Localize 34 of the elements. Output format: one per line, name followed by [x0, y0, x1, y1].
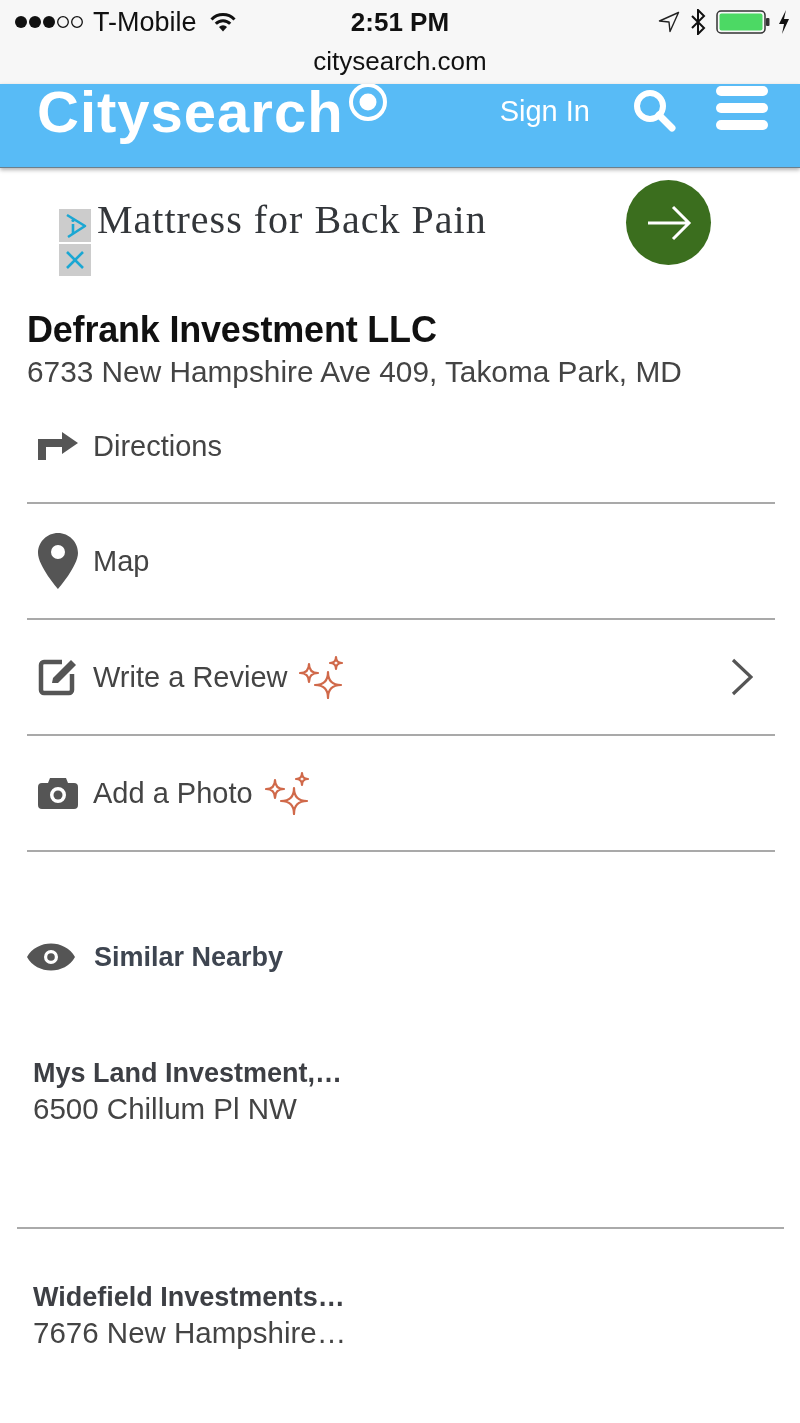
section-title: Similar Nearby — [94, 941, 284, 973]
nearby-business-address: 7676 New Hampshire… — [33, 1315, 348, 1351]
location-arrow-icon — [658, 11, 680, 33]
charging-bolt-icon — [778, 10, 790, 34]
eye-icon — [27, 943, 75, 971]
menu-button[interactable] — [716, 86, 768, 130]
battery-icon — [716, 10, 770, 34]
search-icon — [632, 88, 676, 132]
url-text[interactable]: citysearch.com — [313, 45, 487, 77]
bluetooth-icon — [690, 9, 706, 35]
chevron-right-icon[interactable] — [731, 658, 753, 696]
camera-icon — [38, 777, 78, 809]
nearby-business-address: 6500 Chillum Pl NW — [33, 1091, 298, 1127]
search-button[interactable] — [632, 88, 676, 132]
arrow-right-icon — [645, 204, 692, 241]
signal-dots-icon — [14, 15, 84, 29]
action-link[interactable]: Write a Review — [93, 660, 288, 694]
business-name: Defrank Investment LLC — [27, 310, 438, 350]
wifi-icon — [209, 12, 236, 32]
nearby-business-name[interactable]: Widefield Investments… — [33, 1279, 800, 1315]
edit-icon — [38, 658, 78, 696]
ad-headline[interactable]: Mattress for Back Pain — [97, 198, 487, 242]
carrier-name: T-Mobile — [93, 6, 197, 38]
action-link[interactable]: Directions — [93, 429, 222, 463]
close-icon[interactable] — [59, 244, 91, 276]
business-address: 6733 New Hampshire Ave 409, Takoma Park, MD — [27, 354, 683, 390]
map-pin-icon — [38, 533, 78, 589]
clock-time: 2:51 PM — [350, 6, 450, 38]
menu-icon — [716, 86, 768, 130]
ad-info-icon[interactable] — [59, 209, 91, 242]
nearby-business-name[interactable]: Mys Land Investment,… — [33, 1055, 800, 1091]
action-link[interactable]: Map — [93, 544, 150, 578]
turn-right-arrow-icon — [38, 432, 78, 460]
action-link[interactable]: Add a Photo — [93, 776, 253, 810]
